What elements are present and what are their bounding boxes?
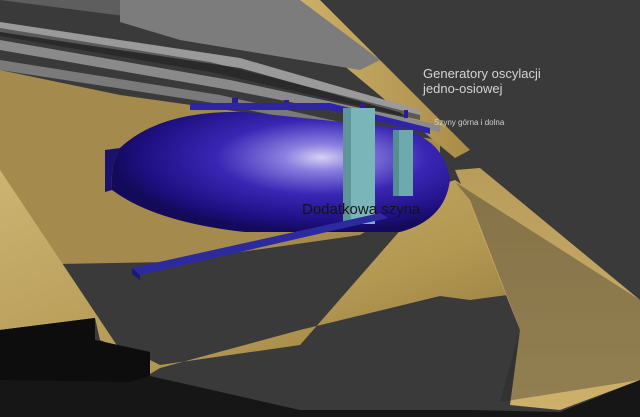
rails-label: Szyny górna i dolna bbox=[434, 118, 505, 127]
extra-rail-label: Dodatkowa szyna bbox=[302, 201, 421, 218]
oscillation-generators-line2: jedno-osiowej bbox=[423, 81, 503, 96]
scene-viewport: Generatory oscylacji jedno-osiowej Szyny… bbox=[0, 0, 640, 417]
oscillation-generators-label: Generatory oscylacji jedno-osiowej bbox=[423, 66, 541, 96]
generator-pillar-rear-side bbox=[393, 130, 399, 196]
rail-post bbox=[404, 110, 408, 118]
oscillation-generators-line1: Generatory oscylacji bbox=[423, 66, 541, 81]
